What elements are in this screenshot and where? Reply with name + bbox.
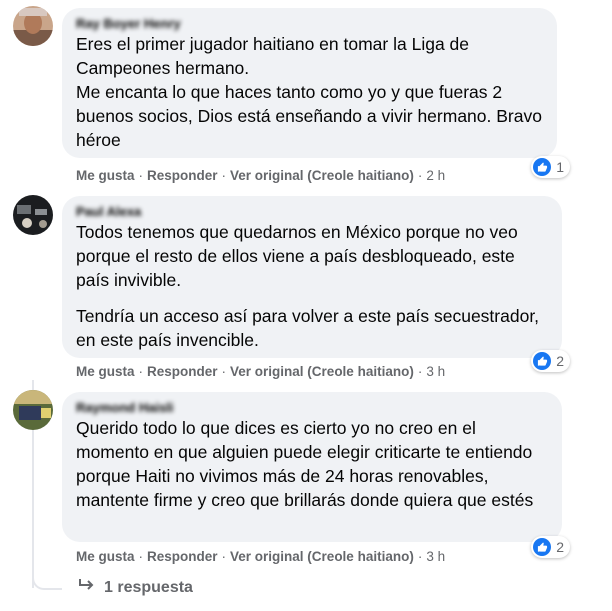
reaction-number: 2 — [556, 353, 564, 369]
comment-text: Querido todo lo que dices es cierto yo n… — [76, 416, 550, 512]
reaction-count[interactable]: 2 — [531, 350, 570, 372]
thumbs-up-icon — [533, 538, 552, 556]
see-original-link[interactable]: Ver original (Creole haitiano) — [230, 549, 414, 564]
comment-text: Todos tenemos que quedarnos en México po… — [76, 220, 550, 352]
like-link[interactable]: Me gusta — [76, 364, 135, 379]
reaction-count[interactable]: 1 — [531, 156, 570, 178]
reply-link[interactable]: Responder — [147, 364, 218, 379]
reaction-number: 1 — [556, 159, 564, 175]
reply-arrow-icon — [78, 578, 96, 597]
comment-paragraph: Querido todo lo que dices es cierto yo n… — [76, 418, 534, 510]
comment-text: Eres el primer jugador haitiano en tomar… — [76, 32, 545, 152]
replies-label[interactable]: 1 respuesta — [104, 579, 193, 597]
like-link[interactable]: Me gusta — [76, 549, 135, 564]
timestamp[interactable]: 3 h — [426, 364, 445, 379]
reaction-number: 2 — [556, 539, 564, 555]
thumbs-up-icon — [533, 352, 552, 370]
comment-actions: Me gusta · Responder · Ver original (Creole … — [76, 364, 446, 379]
thumbs-up-icon — [533, 158, 552, 176]
comment-paragraph: Eres el primer jugador haitiano en tomar… — [76, 34, 542, 150]
comment-paragraph: Tendría un acceso así para volver a este… — [76, 306, 540, 350]
comment-actions: Me gusta · Responder · Ver original (Creole … — [76, 549, 446, 564]
timestamp[interactable]: 2 h — [426, 168, 445, 183]
comment-bubble: Paul Alexa Todos tenemos que quedarnos e… — [62, 196, 562, 358]
comment-author[interactable]: Ray Boyer Henry — [76, 16, 545, 32]
reply-link[interactable]: Responder — [147, 168, 218, 183]
reaction-count[interactable]: 2 — [531, 536, 570, 558]
comment-author[interactable]: Raymond Haisli — [76, 400, 550, 416]
see-original-link[interactable]: Ver original (Creole haitiano) — [230, 168, 414, 183]
see-original-link[interactable]: Ver original (Creole haitiano) — [230, 364, 414, 379]
avatar[interactable] — [13, 6, 53, 46]
comment-actions: Me gusta · Responder · Ver original (Creole … — [76, 168, 446, 183]
comment-bubble: Ray Boyer Henry Eres el primer jugador h… — [62, 8, 557, 158]
like-link[interactable]: Me gusta — [76, 168, 135, 183]
thread-connector — [32, 560, 62, 590]
avatar[interactable] — [13, 390, 53, 430]
timestamp[interactable]: 3 h — [426, 549, 445, 564]
avatar[interactable] — [13, 195, 53, 235]
comment-author[interactable]: Paul Alexa — [76, 204, 550, 220]
comment-paragraph: Todos tenemos que quedarnos en México po… — [76, 222, 518, 290]
view-replies-link[interactable]: 1 respuesta — [78, 578, 193, 597]
reply-link[interactable]: Responder — [147, 549, 218, 564]
comment-bubble: Raymond Haisli Querido todo lo que dices… — [62, 392, 562, 542]
